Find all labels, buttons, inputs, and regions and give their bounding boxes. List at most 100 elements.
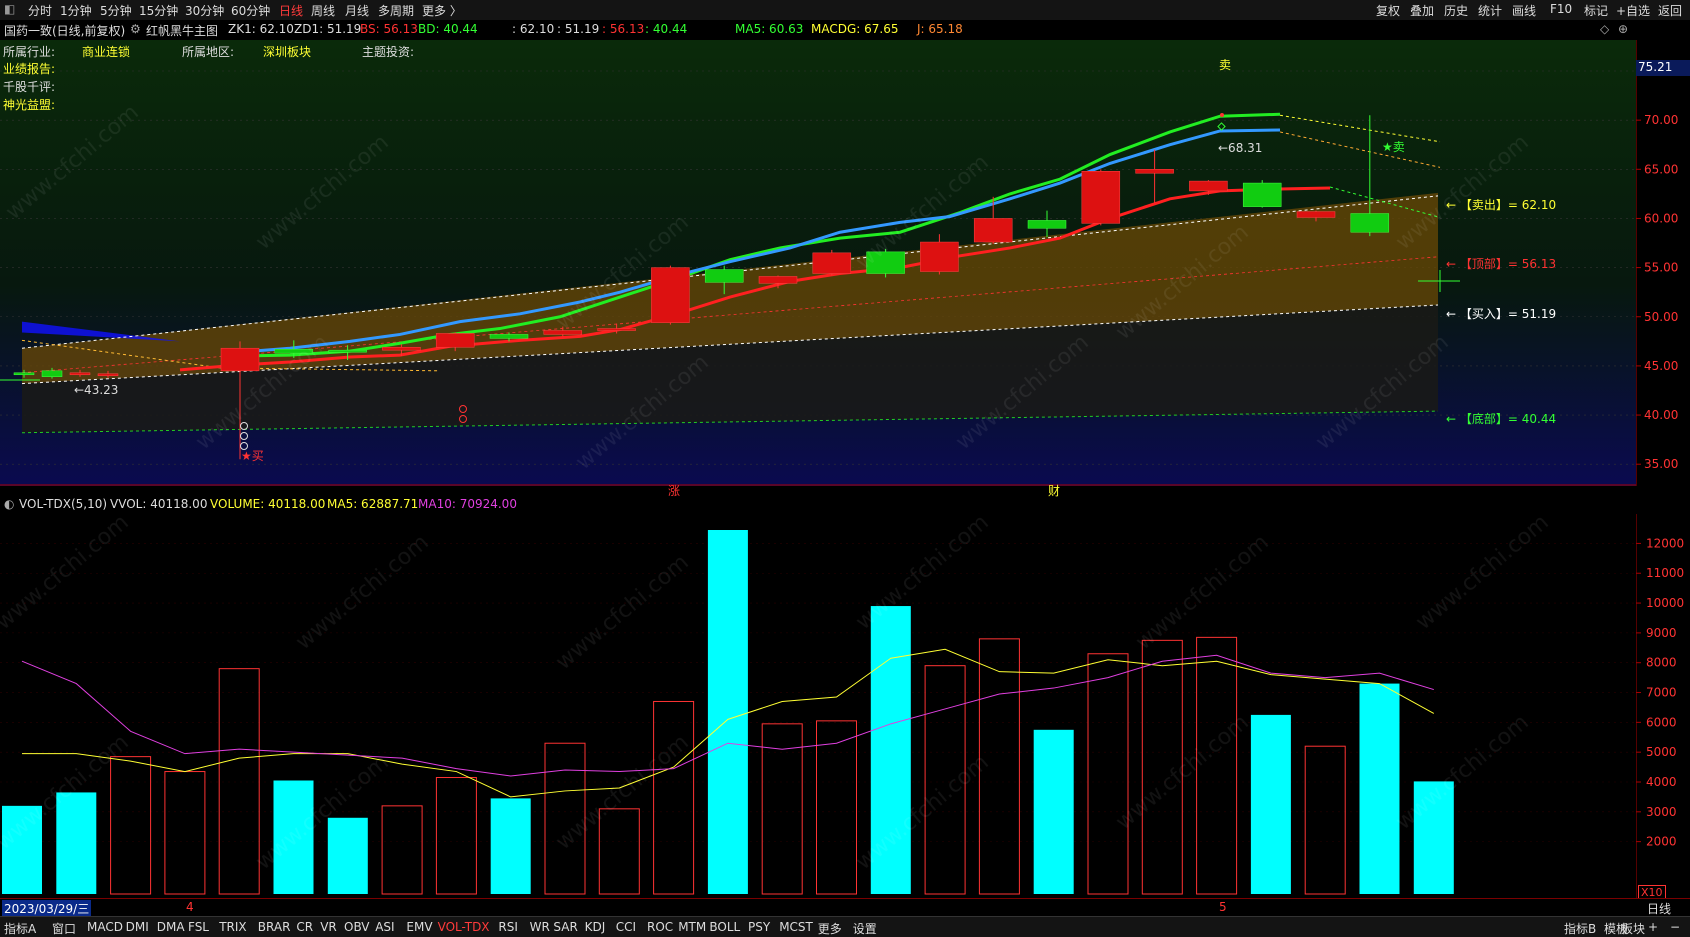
candle-body <box>1350 213 1390 233</box>
date-bar: 2023/03/29/三 4 5 日线 <box>0 898 1690 917</box>
indicator-tab-15[interactable]: WR <box>530 920 550 934</box>
menu-tab-weekly[interactable]: 周线 <box>311 2 335 19</box>
indicator-tab-3[interactable]: DMI <box>126 920 149 934</box>
indicator-tab-22[interactable]: PSY <box>748 920 770 934</box>
volume-tick-label: 9000 <box>1646 626 1677 640</box>
bs-value: BS: 56.13 <box>360 22 418 36</box>
region-value[interactable]: 深圳板块 <box>263 43 311 60</box>
menu-stats-button[interactable]: 统计 <box>1478 2 1502 19</box>
indicator-tab-bar: 指标A 窗口 MACD DMI DMA FSL TRIX BRAR CR VR OBV ASI EMV V… <box>0 916 1690 937</box>
volume-bar-down <box>707 530 748 894</box>
candle-body <box>435 333 475 348</box>
indicator-tab-18[interactable]: CCI <box>616 920 636 934</box>
divine-label[interactable]: 神光益盟: <box>3 96 55 113</box>
menu-tab-30min[interactable]: 30分钟 <box>185 2 224 19</box>
month-5-marker: 5 <box>1219 900 1227 914</box>
indicator-tab-17[interactable]: KDJ <box>585 920 606 934</box>
stock-title: 国药一致(日线,前复权) <box>4 24 126 38</box>
indicator-tab-7[interactable]: BRAR <box>258 920 291 934</box>
volume-bar-down <box>1359 683 1400 894</box>
indicator-tab-9[interactable]: VR <box>320 920 337 934</box>
indicator-tab-4[interactable]: DMA <box>157 920 185 934</box>
diamond-icon[interactable]: ◇ <box>1600 22 1609 36</box>
indicator-b-button[interactable]: 指标B <box>1564 920 1596 937</box>
zoom-out-button[interactable]: − <box>1670 920 1680 934</box>
indicator-tab-12[interactable]: EMV <box>406 920 432 934</box>
indicator-tab-10[interactable]: OBV <box>344 920 370 934</box>
indicator-tab-14[interactable]: RSI <box>498 920 518 934</box>
indicator-tab-2[interactable]: MACD <box>87 920 123 934</box>
candle-body <box>920 241 959 272</box>
high-price-mark: ←68.31 <box>1218 141 1263 155</box>
industry-label: 所属行业: <box>3 45 56 59</box>
indicator-tab-25[interactable]: 设置 <box>853 920 877 937</box>
indicator-tab-11[interactable]: ASI <box>375 920 394 934</box>
buy-signal: ★买 <box>241 449 264 463</box>
volume-tick-label: 11000 <box>1646 566 1684 580</box>
indicator-tab-19[interactable]: ROC <box>647 920 673 934</box>
indicator-tab-1[interactable]: 窗口 <box>52 920 76 937</box>
menu-f10-button[interactable]: F10 <box>1550 2 1572 16</box>
volume-bar-down <box>1250 714 1291 894</box>
candle-body <box>1242 182 1282 207</box>
low-price-mark: ←43.23 <box>74 383 119 397</box>
indicator-tab-8[interactable]: CR <box>296 920 313 934</box>
menu-history-button[interactable]: 历史 <box>1444 2 1468 19</box>
indicator-tab-23[interactable]: MCST <box>779 920 813 934</box>
menu-back-button[interactable]: 返回 <box>1658 2 1682 19</box>
menu-tab-fenshi[interactable]: 分时 <box>28 2 52 19</box>
menu-tab-daily[interactable]: 日线 <box>279 2 303 19</box>
indicator-tab-24[interactable]: 更多 <box>818 920 842 937</box>
top-annotation: ← 【顶部】= 56.13 <box>1446 257 1557 271</box>
price-tick-label: 50.00 <box>1644 310 1678 324</box>
review-label[interactable]: 千股千评: <box>3 78 55 95</box>
price-tick-label: 55.00 <box>1644 261 1678 275</box>
volume-bar-down <box>327 817 368 894</box>
indicator-tab-6[interactable]: TRIX <box>219 920 246 934</box>
indicator-settings-icon[interactable]: ⚙ <box>130 22 141 36</box>
add-icon[interactable]: ⊕ <box>1618 22 1628 36</box>
candle-body <box>13 372 35 376</box>
volume-chart[interactable] <box>0 514 1636 898</box>
volume-bar-down <box>1033 729 1074 894</box>
menu-fuquan-button[interactable]: 复权 <box>1376 2 1400 19</box>
indicator-name[interactable]: 红帆黑牛主图 <box>146 22 218 39</box>
menu-tab-15min[interactable]: 15分钟 <box>139 2 178 19</box>
indicator-tab-13[interactable]: VOL-TDX <box>438 920 490 934</box>
industry-value[interactable]: 商业连锁 <box>82 43 130 60</box>
volume-indicator-name[interactable]: VOL-TDX(5,10) <box>19 497 107 511</box>
zk1-value: ZK1: 62.10 <box>228 22 294 36</box>
candle-body <box>812 252 852 274</box>
menu-tab-1min[interactable]: 1分钟 <box>60 2 92 19</box>
candle-body <box>543 330 583 335</box>
indicator-tab-16[interactable]: SAR <box>553 920 577 934</box>
menu-tab-5min[interactable]: 5分钟 <box>100 2 132 19</box>
volume-header: ◐ VOL-TDX(5,10) VVOL: 40118.00 VOLUME: 4… <box>0 496 1690 514</box>
month-4-marker: 4 <box>186 900 194 914</box>
bd-value: BD: 40.44 <box>418 22 478 36</box>
volume-tick-label: 2000 <box>1646 835 1677 849</box>
menu-tab-more[interactable]: 更多 〉 <box>422 2 462 19</box>
sector-button[interactable]: 板块 <box>1621 920 1645 937</box>
menu-mark-button[interactable]: 标记 <box>1584 2 1608 19</box>
candle-body <box>1189 180 1228 192</box>
buy-in-annotation: ← 【买入】= 51.19 <box>1446 307 1557 321</box>
menu-add-watchlist-button[interactable]: +自选 <box>1616 2 1650 19</box>
menu-overlay-button[interactable]: 叠加 <box>1410 2 1434 19</box>
indicator-tab-21[interactable]: BOLL <box>709 920 740 934</box>
menu-tab-60min[interactable]: 60分钟 <box>231 2 270 19</box>
price-tick-label: 70.00 <box>1644 113 1678 127</box>
toolbar-toggle-icon[interactable]: ◧ <box>4 2 15 16</box>
menu-tab-monthly[interactable]: 月线 <box>345 2 369 19</box>
menu-tab-multi-period[interactable]: 多周期 <box>378 2 414 19</box>
vol-ma5-value: MA5: 62887.71 <box>327 497 419 511</box>
report-label[interactable]: 业绩报告: <box>3 60 55 77</box>
volume-tick-label: 12000 <box>1646 536 1684 550</box>
indicator-tab-0[interactable]: 指标A <box>4 920 36 937</box>
val-4: : 40.44 <box>645 22 688 36</box>
zoom-in-button[interactable]: + <box>1648 920 1658 934</box>
menu-draw-button[interactable]: 画线 <box>1512 2 1536 19</box>
volume-settings-icon[interactable]: ◐ <box>4 497 14 511</box>
indicator-tab-5[interactable]: FSL <box>188 920 209 934</box>
indicator-tab-20[interactable]: MTM <box>678 920 706 934</box>
